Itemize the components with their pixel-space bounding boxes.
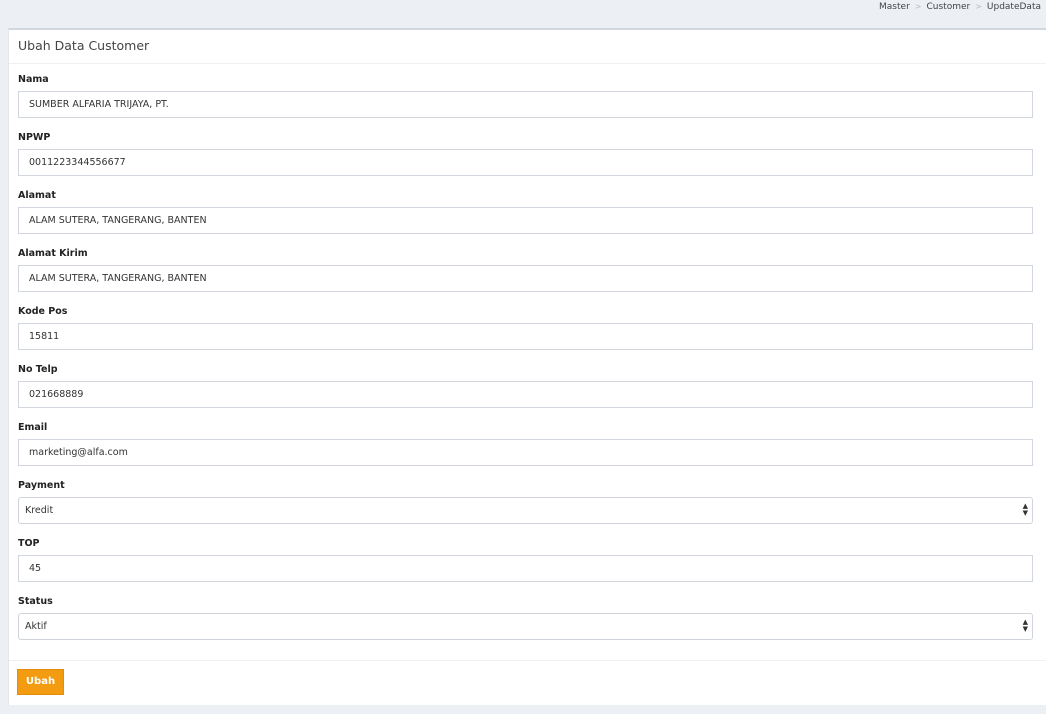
card-footer: Ubah xyxy=(9,660,1046,695)
form-body: Nama SUMBER ALFARIA TRIJAYA, PT. NPWP 00… xyxy=(9,64,1046,644)
form-group-email: Email marketing@alfa.com xyxy=(18,412,1033,470)
nama-input[interactable]: SUMBER ALFARIA TRIJAYA, PT. xyxy=(18,91,1033,118)
alamat-kirim-input[interactable]: ALAM SUTERA, TANGERANG, BANTEN xyxy=(18,265,1033,292)
payment-label: Payment xyxy=(18,480,65,491)
npwp-label: NPWP xyxy=(18,132,51,143)
top-label: TOP xyxy=(18,538,40,549)
top-input[interactable]: 45 xyxy=(18,555,1033,582)
breadcrumb-item-updatedata: UpdateData xyxy=(986,2,1041,12)
breadcrumb-item-customer[interactable]: Customer xyxy=(926,0,970,14)
no-telp-label: No Telp xyxy=(18,364,58,375)
status-select[interactable]: Aktif ▲ ▼ xyxy=(18,613,1033,640)
npwp-input[interactable]: 0011223344556677 xyxy=(18,149,1033,176)
page-title: Ubah Data Customer xyxy=(18,38,150,53)
payment-selected-value: Kredit xyxy=(25,505,54,516)
form-group-npwp: NPWP 0011223344556677 xyxy=(18,122,1033,180)
up-down-arrows-icon: ▲ ▼ xyxy=(1022,618,1028,633)
form-group-nama: Nama SUMBER ALFARIA TRIJAYA, PT. xyxy=(18,64,1033,122)
form-group-alamat-kirim: Alamat Kirim ALAM SUTERA, TANGERANG, BAN… xyxy=(18,238,1033,296)
kode-pos-label: Kode Pos xyxy=(18,306,68,317)
nama-label: Nama xyxy=(18,74,49,85)
chevron-right-icon: > xyxy=(975,2,982,11)
form-group-kode-pos: Kode Pos 15811 xyxy=(18,296,1033,354)
breadcrumb-item-master[interactable]: Master xyxy=(879,0,910,14)
ubah-button[interactable]: Ubah xyxy=(17,669,64,695)
up-down-arrows-icon: ▲ ▼ xyxy=(1022,502,1028,517)
form-group-status: Status Aktif ▲ ▼ xyxy=(18,586,1033,644)
form-group-no-telp: No Telp 021668889 xyxy=(18,354,1033,412)
email-label: Email xyxy=(18,422,48,433)
no-telp-input[interactable]: 021668889 xyxy=(18,381,1033,408)
status-selected-value: Aktif xyxy=(25,621,47,632)
alamat-input[interactable]: ALAM SUTERA, TANGERANG, BANTEN xyxy=(18,207,1033,234)
update-customer-card: Ubah Data Customer Nama SUMBER ALFARIA T… xyxy=(8,28,1046,705)
alamat-kirim-label: Alamat Kirim xyxy=(18,248,88,259)
chevron-right-icon: > xyxy=(914,2,922,11)
form-group-payment: Payment Kredit ▲ ▼ xyxy=(18,470,1033,528)
breadcrumb: Master > Customer > UpdateData xyxy=(879,0,1041,14)
kode-pos-input[interactable]: 15811 xyxy=(18,323,1033,350)
email-input[interactable]: marketing@alfa.com xyxy=(18,439,1033,466)
card-header: Ubah Data Customer xyxy=(9,30,1046,64)
form-group-top: TOP 45 xyxy=(18,528,1033,586)
status-label: Status xyxy=(18,596,53,607)
form-group-alamat: Alamat ALAM SUTERA, TANGERANG, BANTEN xyxy=(18,180,1033,238)
payment-select[interactable]: Kredit ▲ ▼ xyxy=(18,497,1033,524)
alamat-label: Alamat xyxy=(18,190,56,201)
